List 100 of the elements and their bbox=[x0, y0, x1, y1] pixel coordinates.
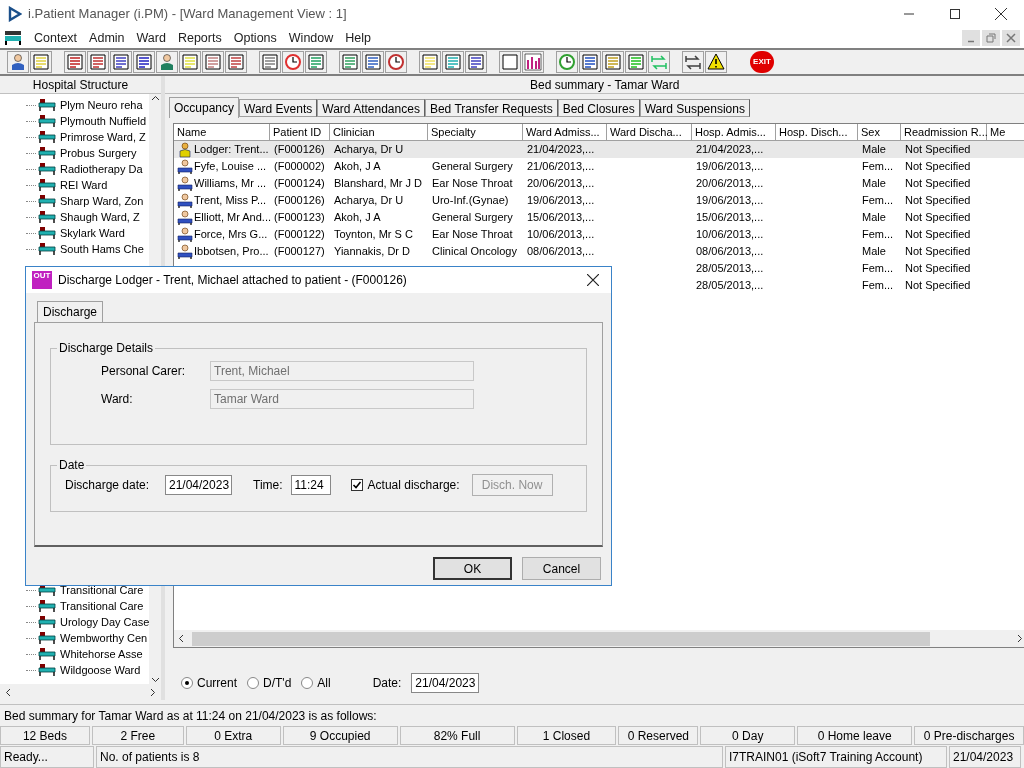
tab[interactable]: Bed Transfer Requests bbox=[424, 99, 558, 117]
tree-item[interactable]: Wembworthy Cen bbox=[0, 630, 150, 646]
table-cell-text: (F000124) bbox=[274, 176, 325, 192]
horizontal-scrollbar[interactable] bbox=[174, 630, 1024, 647]
stat-panel: 2 Free bbox=[91, 726, 184, 745]
exit-button[interactable]: EXIT bbox=[750, 51, 774, 73]
scroll-right-icon[interactable] bbox=[1015, 634, 1024, 643]
tree-item[interactable]: REI Ward bbox=[0, 177, 150, 193]
arrows-icon[interactable] bbox=[682, 51, 704, 73]
tree-item[interactable]: Radiotherapy Da bbox=[0, 161, 150, 177]
document-icon[interactable] bbox=[499, 51, 521, 73]
tree-item[interactable]: Transitional Care bbox=[0, 582, 150, 598]
date-field[interactable]: 21/04/2023 bbox=[411, 673, 480, 693]
tab[interactable]: Ward Suspensions bbox=[639, 99, 750, 117]
table-cell-text: 28/05/2013,... bbox=[696, 278, 764, 294]
menu-item[interactable]: Help bbox=[339, 28, 377, 48]
tree-item[interactable]: Plym Neuro reha bbox=[0, 97, 150, 113]
menu-item[interactable]: Admin bbox=[83, 28, 131, 48]
tree-item[interactable]: South Hams Che bbox=[0, 241, 150, 257]
table-cell-text: Fem... bbox=[862, 193, 894, 209]
person-icon[interactable] bbox=[7, 51, 29, 73]
table-cell-text: Yiannakis, Dr D bbox=[334, 244, 410, 260]
menu-item[interactable]: Context bbox=[28, 28, 84, 48]
table-cell-text: Trent, Miss P... bbox=[194, 193, 267, 209]
menu-item[interactable]: Reports bbox=[171, 28, 228, 48]
menu-item[interactable]: Ward bbox=[130, 28, 172, 48]
selected-row[interactable]: Lodger: Trent... (F000126) Acharya, Dr U 21/04/2023,... 21/04/2023,... Male Not Specified bbox=[174, 141, 1024, 158]
form-icon[interactable] bbox=[625, 51, 647, 73]
stat-panel: 0 Extra bbox=[185, 726, 281, 745]
table-cell-text: (F000002) bbox=[274, 159, 325, 175]
note-icon[interactable] bbox=[179, 51, 201, 73]
document-icon[interactable] bbox=[110, 51, 132, 73]
close-icon[interactable] bbox=[995, 8, 1007, 20]
table-cell-text: Not Specified bbox=[905, 227, 971, 243]
form-icon[interactable] bbox=[602, 51, 624, 73]
table-cell-text: Blanshard, Mr J D bbox=[334, 176, 423, 192]
tree-item[interactable]: Urology Day Case bbox=[0, 614, 150, 630]
table-row[interactable]: Williams, Mr ... (F000124) Blanshard, Mr J D Ear Nose Throat 20/06/2013,... 20/06/2013,... Male Not Specified bbox=[174, 175, 1024, 192]
maximize-icon[interactable] bbox=[950, 9, 960, 19]
menu-item[interactable]: Options bbox=[227, 28, 283, 48]
form-icon[interactable] bbox=[362, 51, 384, 73]
table-cell-text: Force, Mrs G... bbox=[194, 227, 268, 243]
person-icon[interactable] bbox=[156, 51, 178, 73]
warning-icon[interactable] bbox=[705, 51, 727, 73]
table-row[interactable]: Ibbotsen, Pro... (F000127) Yiannakis, Dr D Clinical Oncology 08/06/2013,... 08/06/2013,... Male Not Specified bbox=[174, 243, 1024, 260]
tree-item[interactable]: Probus Surgery bbox=[0, 145, 150, 161]
close-icon[interactable] bbox=[587, 274, 599, 286]
scroll-left-icon[interactable] bbox=[4, 687, 13, 697]
radio-button[interactable] bbox=[301, 677, 314, 689]
scroll-right-icon[interactable] bbox=[148, 687, 157, 697]
cancel-button[interactable]: Cancel bbox=[522, 557, 601, 580]
note-icon[interactable] bbox=[419, 51, 441, 73]
table-cell-text: Lodger: Trent... bbox=[194, 142, 269, 158]
scroll-up-icon[interactable] bbox=[150, 94, 160, 103]
table-row[interactable]: Elliott, Mr And... (F000123) Akoh, J A General Surgery 15/06/2013,... 15/06/2013,... Male Not Specified bbox=[174, 209, 1024, 226]
table-cell-text: 19/06/2013,... bbox=[696, 193, 764, 209]
clock-icon[interactable] bbox=[282, 51, 304, 73]
tree-item[interactable]: Whitehorse Asse bbox=[0, 646, 150, 662]
pane-header: Bed summary - Tamar Ward bbox=[165, 76, 1024, 94]
table-cell-text: Male bbox=[862, 244, 886, 260]
table-cell-text: Acharya, Dr U bbox=[334, 193, 404, 209]
ok-button[interactable]: OK bbox=[433, 557, 512, 580]
date-field[interactable]: 21/04/2023 bbox=[165, 475, 232, 495]
tree-item[interactable]: Transitional Care bbox=[0, 598, 150, 614]
tree-item[interactable]: Shaugh Ward, Z bbox=[0, 209, 150, 225]
mdi-close-button[interactable] bbox=[1002, 30, 1020, 46]
table-cell-text: 21/06/2013,... bbox=[527, 159, 595, 175]
table-cell-text: Akoh, J A bbox=[334, 210, 381, 226]
menu-item[interactable]: Window bbox=[282, 28, 340, 48]
patient-bed-icon bbox=[177, 209, 193, 226]
table-row[interactable]: Trent, Miss P... (F000126) Acharya, Dr U Uro-Inf.(Gynae) 19/06/2013,... 19/06/2013,... Fem... Not Specified bbox=[174, 192, 1024, 209]
form-icon[interactable] bbox=[579, 51, 601, 73]
table-row[interactable]: Fyfe, Louise ... (F000002) Akoh, J A General Surgery 21/06/2013,... 19/06/2013,... Fem... Not Specified bbox=[174, 158, 1024, 175]
tree-item[interactable]: Plymouth Nuffield bbox=[0, 113, 150, 129]
radio-button[interactable] bbox=[247, 677, 259, 689]
table-cell-text: Acharya, Dr U bbox=[334, 142, 404, 158]
table-cell-text: Clinical Oncology bbox=[432, 244, 517, 260]
table-cell-text: Fem... bbox=[862, 278, 894, 294]
table-row[interactable]: Force, Mrs G... (F000122) Toynton, Mr S C Ear Nose Throat 10/06/2013,... 10/06/2013,... Fem... Not Specified bbox=[174, 226, 1024, 243]
tree-item[interactable]: Skylark Ward bbox=[0, 225, 150, 241]
tree-item[interactable]: Wildgoose Ward bbox=[0, 662, 150, 678]
tab[interactable]: Bed Closures bbox=[557, 99, 640, 117]
window-title: i.Patient Manager (i.PM) - [Ward Management View : 1] bbox=[28, 5, 347, 24]
table-cell-text: 10/06/2013,... bbox=[696, 227, 764, 243]
tree-item[interactable]: Primrose Ward, Z bbox=[0, 129, 150, 145]
checkbox[interactable] bbox=[350, 479, 363, 491]
field-label: Ward: bbox=[101, 391, 134, 408]
tab[interactable]: Ward Attendances bbox=[317, 99, 425, 117]
tab[interactable]: Occupancy bbox=[169, 97, 240, 118]
table-cell-text: (F000126) bbox=[274, 142, 325, 158]
time-field[interactable]: 11:24 bbox=[290, 475, 331, 495]
bar-chart-icon[interactable] bbox=[522, 51, 544, 73]
scroll-down-icon[interactable] bbox=[150, 675, 160, 684]
tab[interactable]: Ward Events bbox=[239, 99, 318, 117]
minimize-icon bbox=[968, 39, 974, 43]
radio-button[interactable] bbox=[181, 677, 193, 689]
tab[interactable]: Discharge bbox=[37, 301, 104, 322]
tree-item[interactable]: Sharp Ward, Zon bbox=[0, 193, 150, 209]
scrollbar-thumb[interactable] bbox=[192, 631, 930, 646]
scroll-left-icon[interactable] bbox=[177, 634, 186, 643]
